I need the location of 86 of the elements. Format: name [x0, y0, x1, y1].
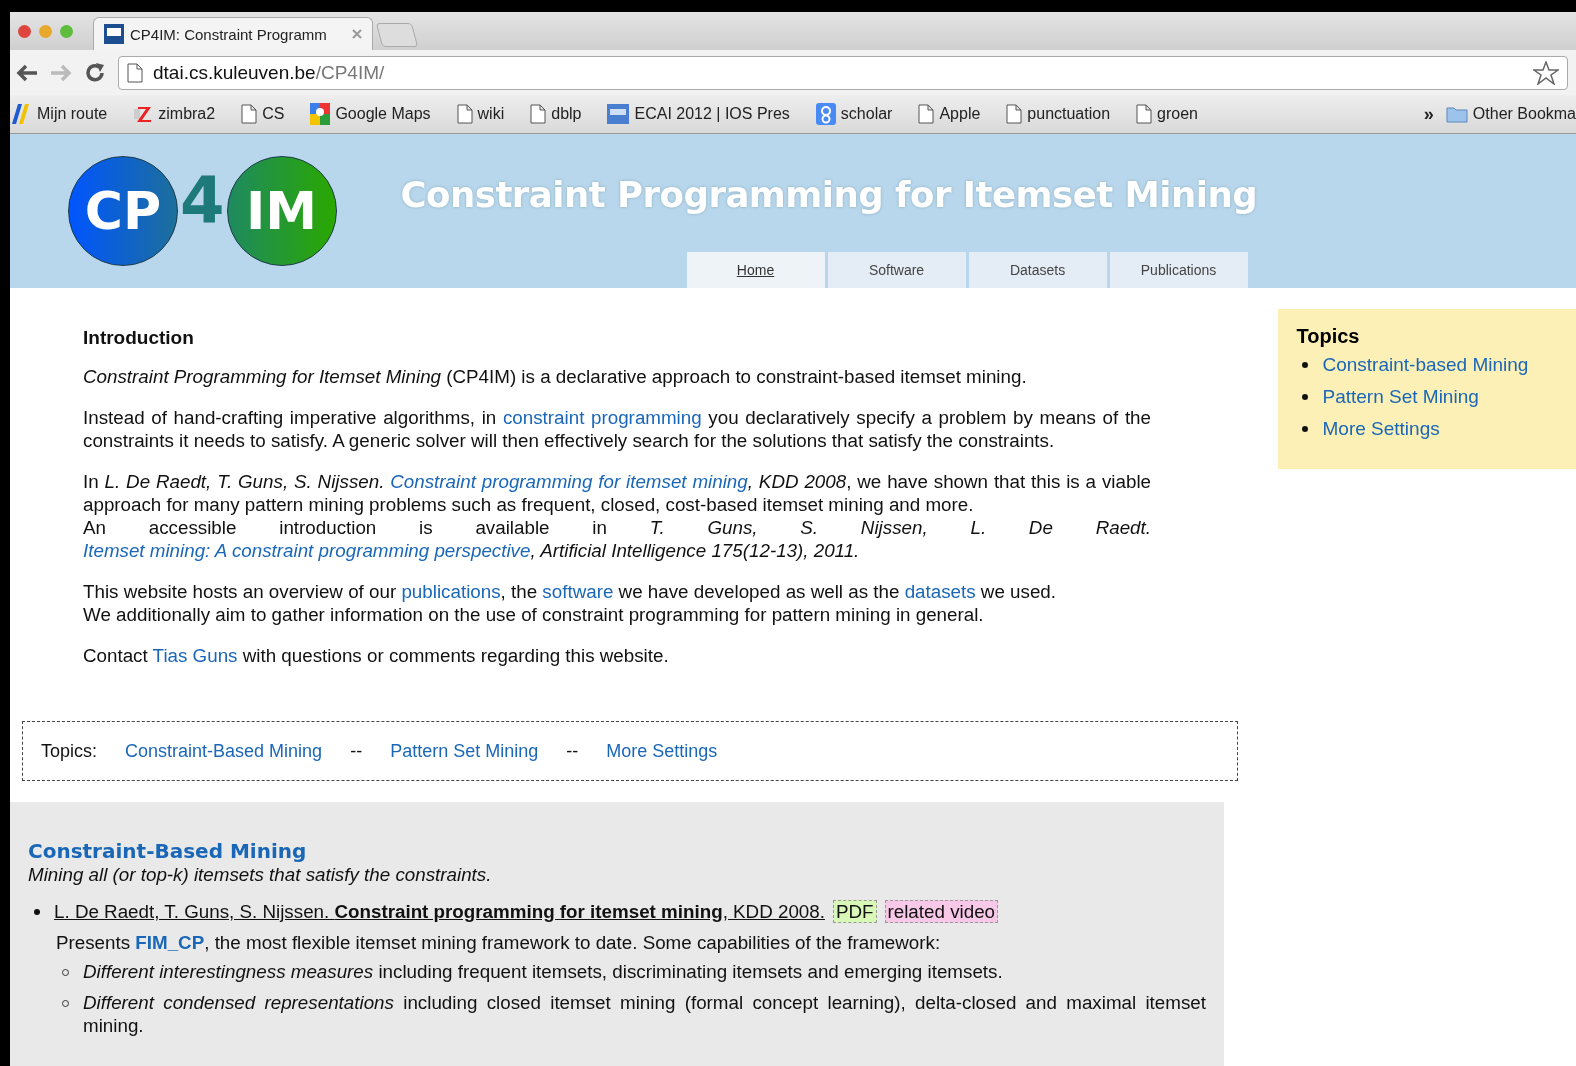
stripes-icon — [10, 104, 32, 124]
separator: -- — [566, 740, 579, 762]
separator: -- — [350, 740, 363, 762]
back-icon[interactable] — [16, 63, 38, 82]
bullet-icon — [1302, 394, 1309, 400]
url-host: dtai.cs.kuleuven.be — [153, 61, 316, 84]
bookmark[interactable]: Google Maps — [310, 103, 431, 125]
pdf-link[interactable]: PDF — [832, 900, 877, 923]
link[interactable]: Constraint programming for itemset mining — [390, 471, 748, 492]
bookmark[interactable]: dblp — [530, 104, 582, 124]
link[interactable]: publications — [401, 581, 501, 602]
list-item: Different interestingness measures including frequent itemsets, discriminating itemsets and emerging itemsets. — [83, 960, 1004, 983]
nav-tab[interactable]: Home — [686, 252, 825, 288]
paragraph: Constraint Programming for Itemset Mining (CP4IM) is a declarative approach to constraint-based itemset mining. — [83, 365, 1028, 388]
logo-circle: CP — [68, 156, 178, 266]
paragraph: This website hosts an overview of our publications, the software we have developed as well as the datasets we used. — [83, 580, 1058, 603]
bullet-icon — [1302, 362, 1309, 368]
reload-icon[interactable] — [84, 61, 106, 84]
paragraph: Presents FIM_CP, the most flexible itemset mining framework to date. Some capabilities of the framework: — [56, 931, 942, 954]
link[interactable]: Tias Guns — [152, 645, 238, 666]
paragraph: An accessible introduction is available in T. Guns, S. Nijssen, L. De Raedt. Itemset mining: A constraint programming perspective, Artificial Intelligence 175(12-13), 2011. — [83, 516, 1151, 562]
close-window-icon[interactable] — [18, 24, 31, 38]
site-title: Constraint Programming for Itemset Mining — [400, 174, 1259, 215]
page-icon — [1006, 104, 1023, 124]
bookmark[interactable]: Mijn route — [10, 104, 108, 124]
bookmark[interactable]: Apple — [918, 104, 981, 124]
paragraph: In L. De Raedt, T. Guns, S. Nijssen. Constraint programming for itemset mining, KDD 2008, we have shown that this is a viable approach for many pattern mining problems such as frequent, closed, cost-based itemset mining and more. — [83, 470, 1151, 516]
bookmark[interactable]: scholar — [815, 103, 893, 125]
section-heading: Introduction — [83, 326, 195, 349]
page-icon — [918, 104, 935, 124]
nav-tab[interactable]: Publications — [1109, 252, 1248, 288]
citation-link[interactable]: L. De Raedt, T. Guns, S. Nijssen. Constraint programming for itemset mining, KDD 2008. — [54, 901, 825, 922]
link[interactable]: FIM_CP — [135, 932, 205, 953]
bookmark[interactable]: CS — [241, 104, 285, 124]
logo-text: 4 — [180, 164, 225, 238]
nav-tab[interactable]: Datasets — [968, 252, 1107, 288]
link[interactable]: Pattern Set Mining — [1322, 386, 1479, 408]
favicon-icon — [104, 24, 124, 44]
page-icon — [127, 62, 143, 83]
link[interactable]: Pattern Set Mining — [390, 740, 539, 762]
page-icon — [1136, 104, 1153, 124]
page-icon — [530, 104, 547, 124]
minimize-window-icon[interactable] — [39, 24, 52, 38]
link[interactable]: constraint programming — [502, 407, 702, 428]
browser-tab[interactable]: CP4IM: Constraint Programm — [93, 17, 373, 50]
page-icon — [456, 104, 473, 124]
link[interactable]: software — [542, 581, 614, 602]
forward-icon[interactable] — [50, 63, 72, 82]
star-icon[interactable] — [1533, 60, 1559, 85]
link[interactable]: More Settings — [1322, 418, 1440, 440]
bookmark[interactable]: ECAI 2012 | IOS Pres — [607, 104, 790, 124]
label: Topics: — [41, 740, 98, 762]
list-item: Different condensed representations including closed itemset mining (formal concept learning), delta-closed and maximal itemset mining. — [83, 991, 1206, 1037]
new-tab-button[interactable] — [375, 23, 419, 47]
section-title: Constraint-Based Mining — [28, 840, 308, 863]
bookmark-folder[interactable]: Other Bookma — [1445, 105, 1576, 123]
link[interactable]: Itemset mining: A constraint programming perspective — [83, 540, 531, 561]
link[interactable]: Constraint-Based Mining — [125, 740, 323, 762]
link[interactable]: More Settings — [606, 740, 718, 762]
panel-heading: Topics — [1296, 325, 1361, 348]
bookmark[interactable]: zimbra2 — [133, 105, 216, 123]
paragraph: Instead of hand-crafting imperative algorithms, in constraint programming you declaratively specify a problem by means of the constraints it needs to satisfy. A generic solver will then effectively search for the solutions that satisfy the constraints. — [83, 406, 1151, 452]
close-icon[interactable] — [352, 29, 362, 39]
zoom-window-icon[interactable] — [60, 24, 73, 38]
g-icon — [815, 103, 836, 125]
video-link[interactable]: related video — [884, 900, 999, 923]
paragraph: We additionally aim to gather information on the use of constraint programming for pattern mining in general. — [83, 603, 985, 626]
folder-icon — [1445, 105, 1468, 123]
z-icon — [133, 105, 154, 123]
paragraph: Contact Tias Guns with questions or comments regarding this website. — [83, 644, 670, 667]
bookmark[interactable]: groen — [1136, 104, 1198, 124]
link[interactable]: Constraint-based Mining — [1322, 354, 1529, 376]
link[interactable]: datasets — [904, 581, 976, 602]
bookmark[interactable]: punctuation — [1006, 104, 1111, 124]
ios-logo-icon — [607, 104, 630, 124]
url-path: /CP4IM/ — [315, 61, 385, 84]
bullet-icon — [34, 908, 40, 915]
address-bar[interactable]: dtai.cs.kuleuven.be/CP4IM/ — [118, 55, 1568, 90]
page-icon — [241, 104, 258, 124]
nav-tab[interactable]: Software — [827, 252, 966, 288]
bullet-icon — [1302, 426, 1309, 432]
bookmark[interactable]: wiki — [456, 104, 505, 124]
map-pin-icon — [310, 103, 331, 125]
section-subtitle: Mining all (or top-k) itemsets that satisfy the constraints. — [28, 863, 493, 886]
logo-circle: IM — [226, 156, 337, 266]
more-bookmarks-button[interactable]: » — [1423, 103, 1434, 125]
